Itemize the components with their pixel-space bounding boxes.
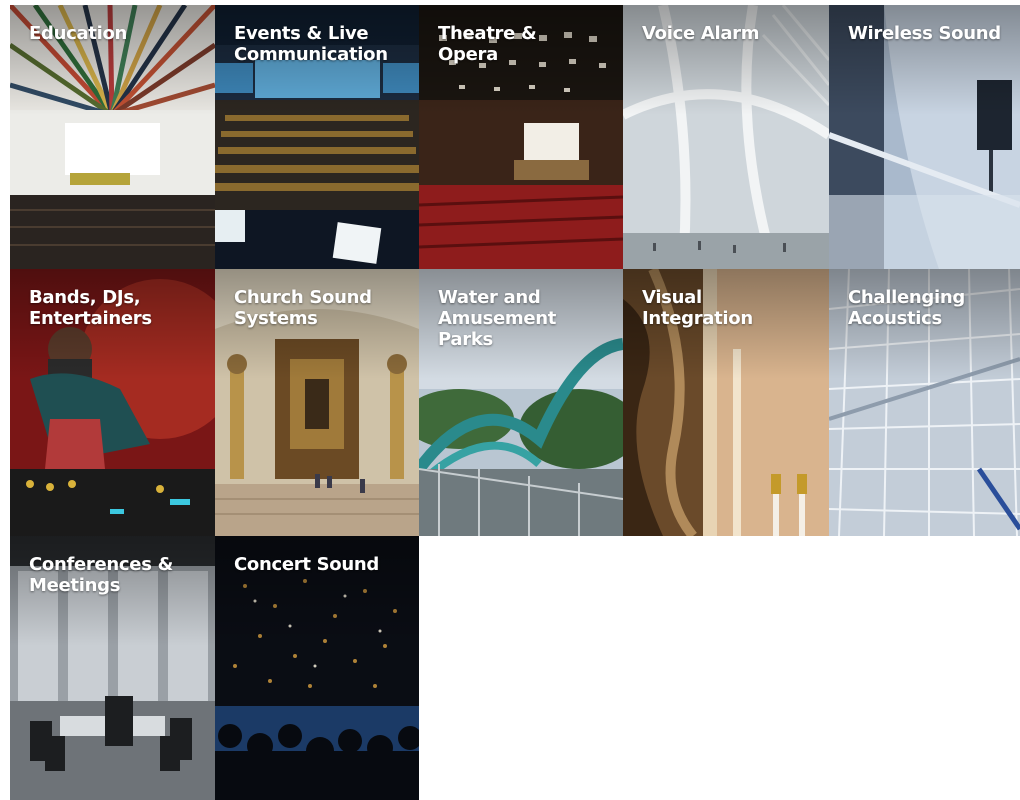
tile-education[interactable]: Education bbox=[10, 5, 215, 269]
application-grid: Education Events & Live Communication Th… bbox=[10, 5, 1020, 800]
tile-label: Wireless Sound bbox=[848, 23, 1001, 44]
concert-sound-image bbox=[215, 536, 419, 800]
tile-theatre-opera[interactable]: Theatre & Opera bbox=[419, 5, 623, 269]
tile-water-amusement-parks[interactable]: Water and Amusement Parks bbox=[419, 269, 623, 536]
education-image bbox=[10, 5, 215, 269]
wireless-sound-image bbox=[829, 5, 1020, 269]
tile-label: Education bbox=[29, 23, 128, 44]
tile-label: Visual Integration bbox=[642, 287, 753, 329]
tile-label: Conferences & Meetings bbox=[29, 554, 173, 596]
tile-events-live-communication[interactable]: Events & Live Communication bbox=[215, 5, 419, 269]
tile-bands-djs-entertainers[interactable]: Bands, DJs, Entertainers bbox=[10, 269, 215, 536]
tile-conferences-meetings[interactable]: Conferences & Meetings bbox=[10, 536, 215, 800]
tile-label: Concert Sound bbox=[234, 554, 379, 575]
tile-wireless-sound[interactable]: Wireless Sound bbox=[829, 5, 1020, 269]
tile-label: Bands, DJs, Entertainers bbox=[29, 287, 152, 329]
tile-church-sound-systems[interactable]: Church Sound Systems bbox=[215, 269, 419, 536]
tile-label: Church Sound Systems bbox=[234, 287, 372, 329]
tile-voice-alarm[interactable]: Voice Alarm bbox=[623, 5, 829, 269]
voice-alarm-image bbox=[623, 5, 829, 269]
tile-challenging-acoustics[interactable]: Challenging Acoustics bbox=[829, 269, 1020, 536]
tile-label: Water and Amusement Parks bbox=[438, 287, 557, 350]
tile-label: Voice Alarm bbox=[642, 23, 760, 44]
tile-concert-sound[interactable]: Concert Sound bbox=[215, 536, 419, 800]
tile-visual-integration[interactable]: Visual Integration bbox=[623, 269, 829, 536]
tile-label: Events & Live Communication bbox=[234, 23, 388, 65]
tile-label: Challenging Acoustics bbox=[848, 287, 965, 329]
tile-label: Theatre & Opera bbox=[438, 23, 537, 65]
